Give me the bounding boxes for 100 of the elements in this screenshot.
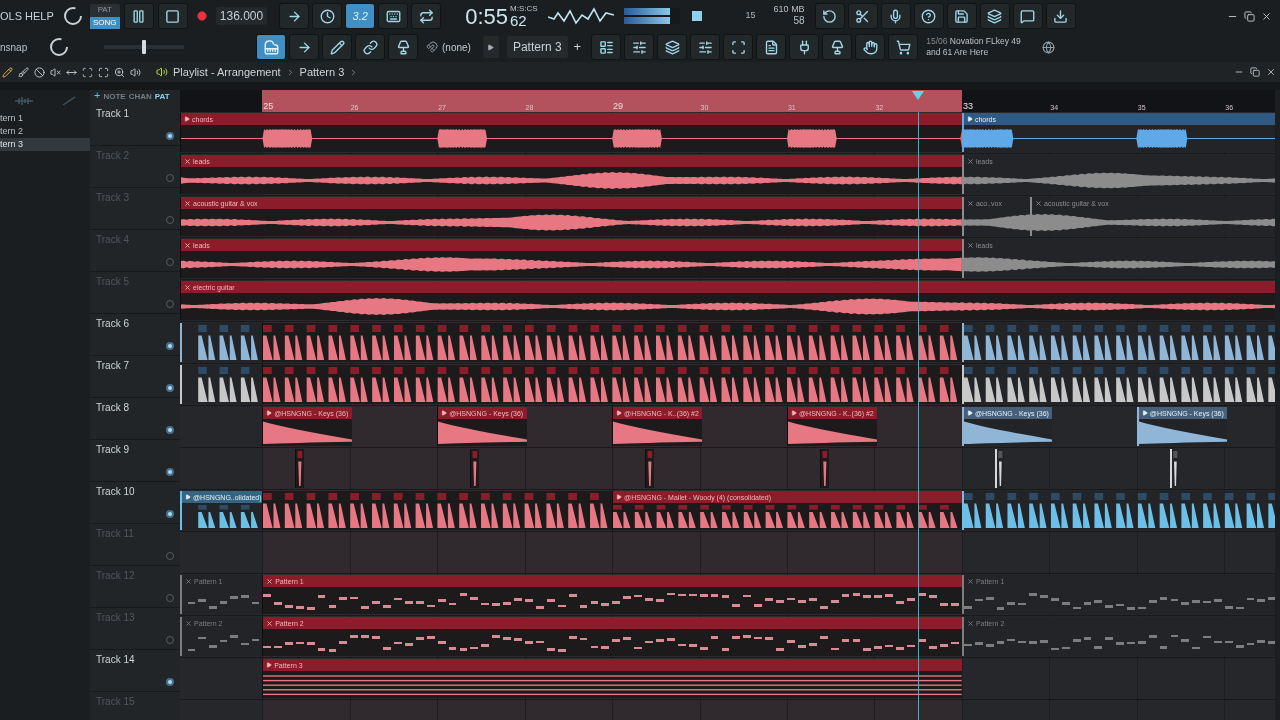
mute-icon <box>1035 199 1043 207</box>
toolbar-button[interactable] <box>822 34 853 60</box>
tool-icon[interactable] <box>18 66 29 78</box>
main-volume-knob[interactable] <box>61 5 84 27</box>
toolbar-button[interactable] <box>888 34 919 60</box>
scissors-icon <box>855 8 871 24</box>
toolbar-button[interactable] <box>279 3 310 29</box>
playlist-pattern[interactable]: Pattern 3 <box>299 63 345 81</box>
mute-icon <box>266 577 274 585</box>
audio-clip[interactable] <box>820 449 829 488</box>
tool-icon[interactable] <box>50 66 61 78</box>
globe-icon[interactable] <box>1042 40 1056 54</box>
picker-item[interactable]: tern 3 <box>0 138 90 151</box>
clock-icon <box>319 8 335 24</box>
toolbar-button[interactable] <box>657 34 688 60</box>
play-icon <box>487 43 495 51</box>
save-version-button[interactable] <box>979 3 1010 29</box>
cpu-value: 15 <box>745 9 756 23</box>
close-icon[interactable] <box>1266 67 1276 77</box>
pattern-arrow-button[interactable] <box>482 36 499 58</box>
pattern-selector[interactable]: Pattern 3 <box>506 36 568 58</box>
toolbar-button[interactable] <box>624 34 655 60</box>
toolbar-button[interactable] <box>312 3 343 29</box>
mode-option[interactable]: PAT <box>89 3 120 16</box>
toolbar-button[interactable] <box>322 34 352 60</box>
close-icon[interactable] <box>1261 10 1272 22</box>
pattern-icon <box>266 662 273 668</box>
save-button[interactable] <box>946 3 977 29</box>
layers-icon <box>987 8 1003 24</box>
toolbar-button[interactable] <box>789 34 820 60</box>
mute-icon <box>966 619 974 627</box>
slice-drawing <box>997 451 1004 486</box>
ruler-bar[interactable]: 25 <box>262 90 350 112</box>
pitch-knob[interactable] <box>48 36 70 58</box>
toolbar-button[interactable] <box>591 34 622 60</box>
chat-icon <box>1020 8 1036 24</box>
tempo-field[interactable]: 136.000 <box>215 7 268 25</box>
ruler-bar[interactable]: 29 <box>612 90 700 112</box>
toolbar-button[interactable] <box>723 34 754 60</box>
mute-icon <box>966 157 974 165</box>
sliders-icon <box>631 39 647 55</box>
snap-selector[interactable]: (none) <box>442 39 471 55</box>
tool-icon[interactable] <box>82 66 93 78</box>
audio-clip-icon[interactable] <box>14 96 33 106</box>
slice-drawing <box>646 451 654 486</box>
news-headline[interactable]: 15/06 Novation FLkey 49 and 61 Are Here <box>926 36 1031 58</box>
mute-icon <box>966 577 974 585</box>
record-audio-button[interactable] <box>880 3 911 29</box>
meter-indicator <box>691 11 702 21</box>
mode-option[interactable]: SONG <box>89 16 120 29</box>
tool-icon[interactable] <box>34 66 45 78</box>
snap-label: nsnap <box>0 40 29 55</box>
restore-icon[interactable] <box>1250 67 1260 77</box>
tool-icon[interactable] <box>2 66 13 78</box>
stop-button[interactable] <box>157 3 188 29</box>
typing-keyboard-button[interactable]: 3.2 <box>345 3 376 29</box>
pause-button[interactable] <box>123 3 154 29</box>
toolbar-button[interactable] <box>855 34 886 60</box>
picker-item[interactable]: tern 2 <box>0 125 90 138</box>
toolbar-button[interactable] <box>355 34 385 60</box>
repeat-icon <box>418 8 434 24</box>
add-button[interactable]: + <box>94 90 101 101</box>
keyboard-icon <box>385 8 401 24</box>
picker-tab[interactable]: PAT <box>154 93 170 101</box>
toolbar-button[interactable] <box>411 3 442 29</box>
slider-thumb[interactable] <box>142 40 146 54</box>
restore-icon[interactable] <box>1244 10 1255 22</box>
chat-button[interactable] <box>1012 3 1043 29</box>
mute-icon <box>185 577 192 585</box>
slice-drawing <box>1172 451 1179 486</box>
picker-tab[interactable]: CHAN <box>128 93 152 101</box>
mute-icon <box>966 199 974 207</box>
download-button[interactable] <box>1045 3 1076 29</box>
track-name: Track 14 <box>96 653 135 667</box>
pattern-icon <box>441 410 448 416</box>
help-button[interactable] <box>913 3 944 29</box>
add-pattern-button[interactable]: + <box>571 37 584 57</box>
toolbar-button[interactable] <box>378 3 409 29</box>
mute-icon <box>184 241 191 249</box>
undo-button[interactable] <box>814 3 845 29</box>
speaker-icon[interactable] <box>156 66 168 78</box>
tool-icon[interactable] <box>114 66 125 78</box>
menu-text[interactable]: OLS HELP <box>0 9 54 23</box>
tool-icon[interactable] <box>98 66 109 78</box>
toolbar-button[interactable] <box>756 34 787 60</box>
ruler-bar[interactable]: 33 <box>961 90 1050 112</box>
cut-button[interactable] <box>847 3 878 29</box>
toolbar-button[interactable] <box>690 34 721 60</box>
sliders-icon <box>697 39 713 55</box>
oscilloscope-drawing <box>547 5 614 27</box>
lamp-icon <box>395 39 411 55</box>
audio-clip[interactable] <box>470 449 480 488</box>
toolbar-button[interactable] <box>388 34 418 60</box>
picker-tab[interactable]: NOTE <box>103 93 126 101</box>
toolbar-button[interactable] <box>256 34 286 60</box>
audio-clip[interactable] <box>295 449 305 488</box>
picker-item[interactable]: tern 1 <box>0 112 90 125</box>
audio-clip[interactable] <box>645 449 654 488</box>
tool-icon[interactable] <box>130 66 141 78</box>
toolbar-button[interactable] <box>289 34 319 60</box>
